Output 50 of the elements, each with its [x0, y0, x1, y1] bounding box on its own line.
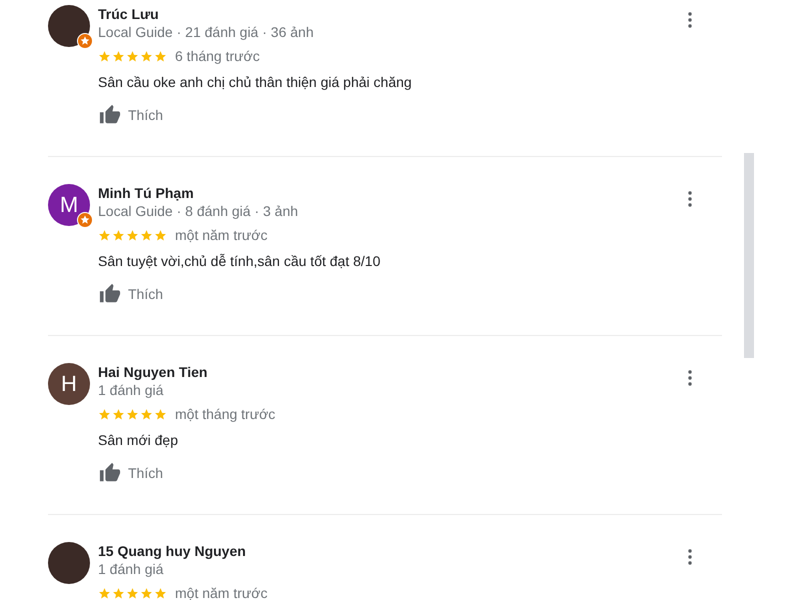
star-icon [140, 408, 153, 420]
avatar[interactable]: H [48, 363, 90, 405]
thumbs-up-icon [98, 104, 122, 126]
star-icon [112, 408, 125, 420]
review-text: Sân mới đẹp [98, 431, 180, 449]
review-time: một tháng trước [175, 406, 276, 422]
star-icon [154, 586, 167, 600]
reviewer-name[interactable]: Hai Nguyen Tien [98, 363, 722, 381]
thumbs-up-icon [98, 283, 122, 305]
avatar-photo-placeholder[interactable] [48, 542, 90, 584]
more-options-icon[interactable] [688, 12, 692, 28]
star-icon [140, 50, 153, 62]
star-icon [98, 50, 111, 62]
review-time: một năm trước [175, 585, 268, 600]
star-icon [126, 228, 139, 242]
avatar[interactable]: M [48, 184, 90, 226]
review-text: Sân tuyệt vời,chủ dễ tính,sân cầu tốt đạt 8/10 [98, 252, 382, 270]
star-icon [154, 408, 167, 420]
reviewer-name[interactable]: Trúc Lưu [98, 5, 722, 23]
more-options-icon[interactable] [688, 191, 692, 207]
star-icon [112, 50, 125, 62]
thumbs-up-icon [98, 462, 122, 484]
star-icon [98, 228, 111, 242]
reviewer-meta: 1 đánh giá [98, 381, 164, 399]
like-button[interactable]: Thích [98, 462, 164, 484]
star-icon [126, 50, 139, 62]
reviewer-name[interactable]: 15 Quang huy Nguyen [98, 542, 722, 560]
avatar-photo-placeholder[interactable] [48, 5, 90, 47]
star-icon [112, 228, 125, 242]
star-icon [154, 228, 167, 242]
star-icon [126, 586, 139, 600]
star-icon [154, 50, 167, 62]
star-icon [98, 408, 111, 420]
reviewer-meta: Local Guide · 8 đánh giá · 3 ảnh [98, 202, 300, 220]
like-button[interactable]: Thích [98, 104, 164, 126]
star-icon [126, 408, 139, 420]
reviewer-meta: 1 đánh giá [98, 560, 164, 578]
like-button[interactable]: Thích [98, 283, 164, 305]
star-icon [140, 586, 153, 600]
more-options-icon[interactable] [688, 549, 692, 565]
more-options-icon[interactable] [688, 370, 692, 386]
reviewer-meta: Local Guide · 21 đánh giá · 36 ảnh [98, 23, 315, 41]
star-icon [140, 228, 153, 242]
review-time: 6 tháng trước [175, 48, 260, 64]
scrollbar-thumb[interactable] [744, 153, 754, 358]
star-icon [112, 586, 125, 600]
reviewer-name[interactable]: Minh Tú Phạm [98, 184, 722, 202]
review-text: Sân cầu oke anh chị chủ thân thiện giá phải chăng [98, 73, 413, 91]
star-icon [98, 586, 111, 600]
review-time: một năm trước [175, 227, 268, 243]
